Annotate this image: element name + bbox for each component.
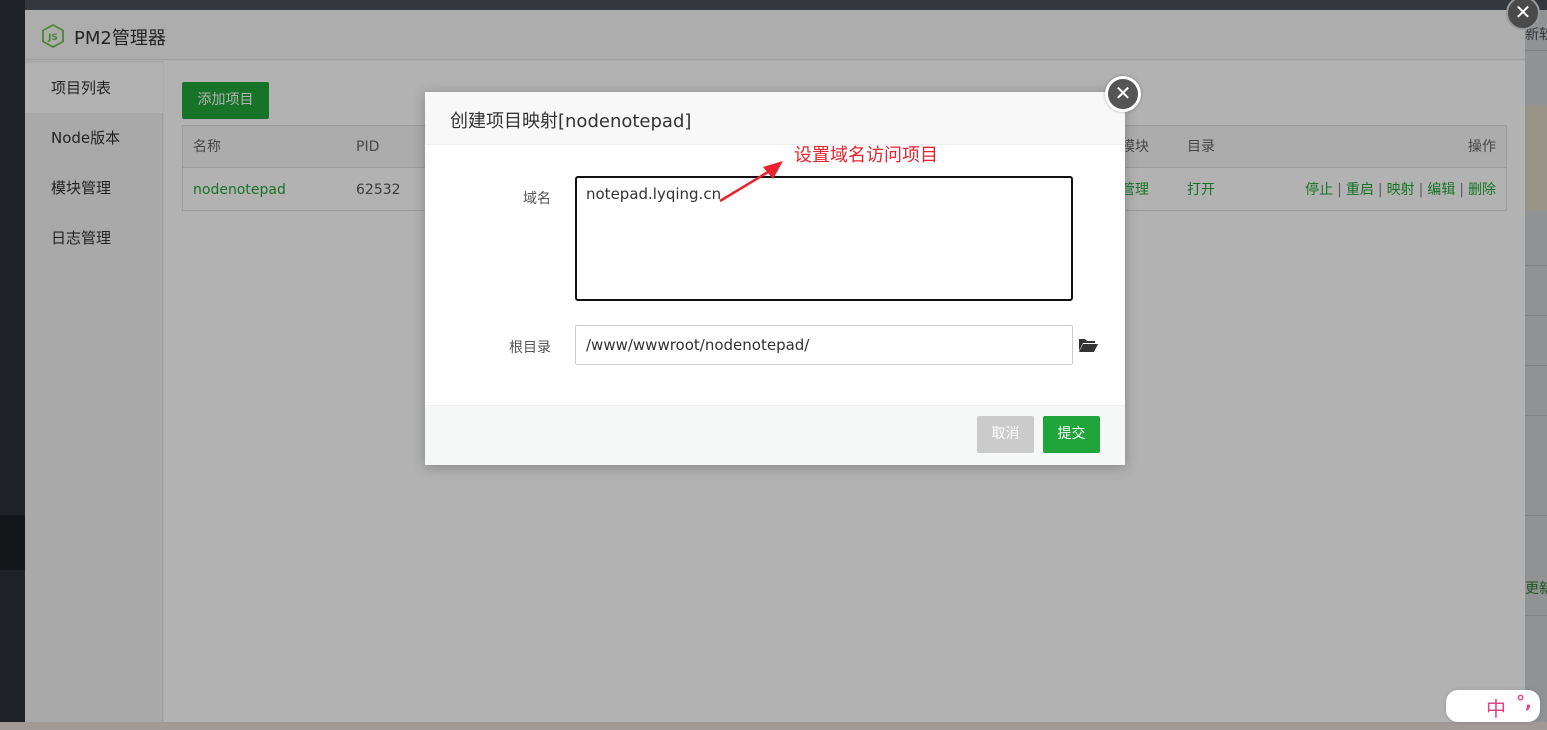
domain-input[interactable]: [575, 176, 1073, 301]
root-directory-input[interactable]: [575, 325, 1073, 365]
dialog-title: 创建项目映射[nodenotepad]: [450, 111, 692, 132]
submit-button[interactable]: 提交: [1043, 416, 1100, 453]
ime-status-badge[interactable]: 中 °,: [1446, 690, 1540, 722]
create-mapping-dialog: 创建项目映射[nodenotepad] 域名 根目录 取消 提交 ✕: [425, 76, 1141, 465]
dialog-footer: 取消 提交: [425, 405, 1125, 465]
annotation-arrow-icon: [719, 161, 783, 203]
annotation-callout: 设置域名访问项目: [794, 145, 938, 166]
cancel-button[interactable]: 取消: [977, 416, 1034, 453]
domain-label: 域名: [523, 191, 551, 207]
dialog-close-icon[interactable]: ✕: [1105, 76, 1141, 112]
dialog-header: 创建项目映射[nodenotepad]: [425, 92, 1125, 145]
ime-mode-indicator: 中: [1486, 697, 1506, 721]
root-directory-label: 根目录: [509, 340, 551, 356]
folder-open-icon[interactable]: [1078, 336, 1098, 354]
ime-punctuation-indicator: °,: [1516, 692, 1532, 713]
